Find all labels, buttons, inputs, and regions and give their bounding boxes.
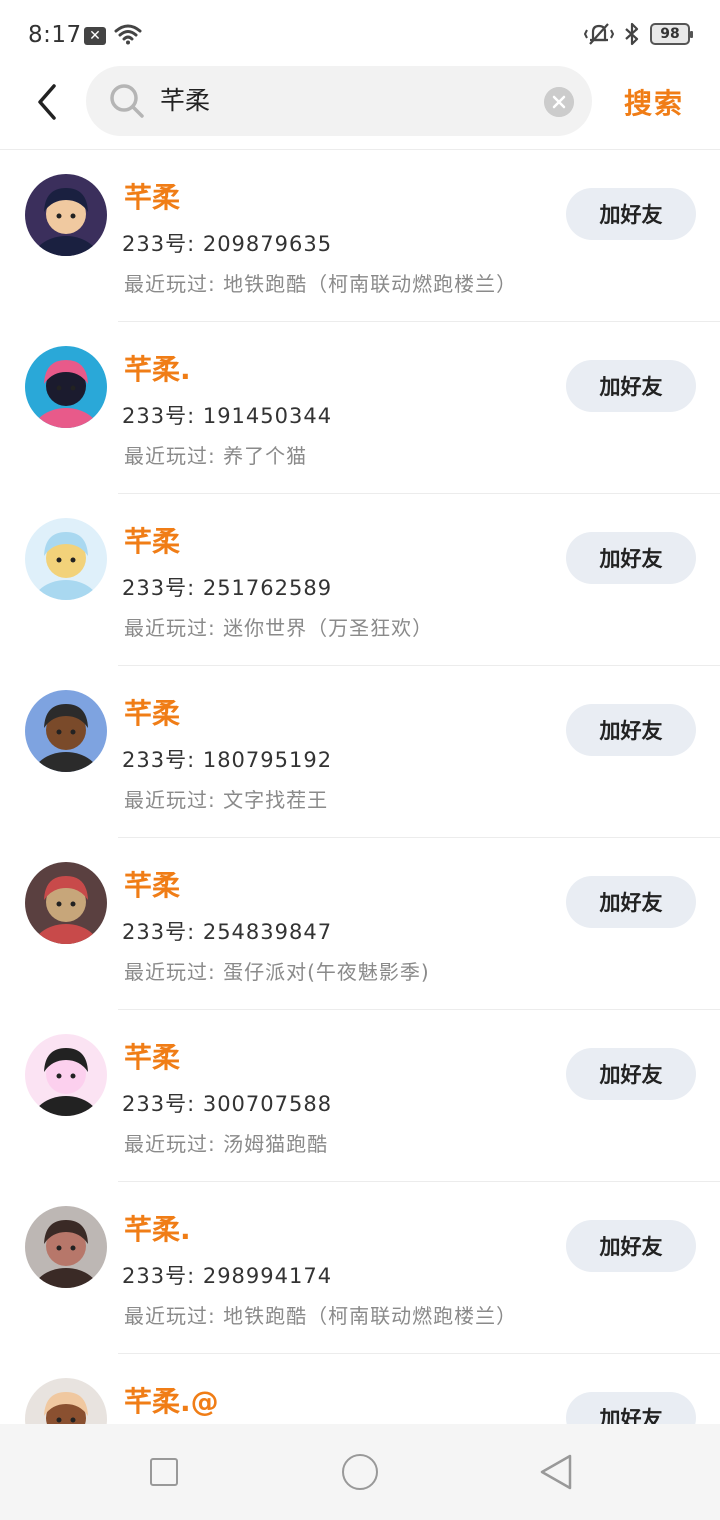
user-name: 芊柔. <box>124 353 191 386</box>
user-name: 芊柔.@ <box>124 1385 219 1418</box>
result-row[interactable]: 芊柔 233号: 180795192 最近玩过: 文字找茬王 加好友 <box>0 666 720 838</box>
search-input[interactable] <box>160 66 540 136</box>
recently-played: 最近玩过: 地铁跑酷（柯南联动燃跑楼兰） <box>124 1304 518 1328</box>
search-results-list[interactable]: 芊柔 233号: 209879635 最近玩过: 地铁跑酷（柯南联动燃跑楼兰） … <box>0 150 720 1424</box>
status-time: 8:17 <box>28 22 82 48</box>
clear-icon[interactable] <box>544 87 574 117</box>
user-id: 233号: 300707588 <box>122 1092 333 1116</box>
user-id: 233号: 191450344 <box>122 404 333 428</box>
avatar-image <box>25 862 107 944</box>
user-id: 233号: 298994174 <box>122 1264 333 1288</box>
recently-played: 最近玩过: 蛋仔派对(午夜魅影季) <box>124 960 430 984</box>
avatar[interactable] <box>25 346 107 428</box>
user-id: 233号: 251762589 <box>122 576 333 600</box>
user-id: 233号: 254839847 <box>122 920 333 944</box>
search-header: 搜索 <box>0 64 720 150</box>
result-row[interactable]: 芊柔.@ 加好友 <box>0 1354 720 1424</box>
recently-played: 最近玩过: 地铁跑酷（柯南联动燃跑楼兰） <box>124 272 518 296</box>
add-friend-button[interactable]: 加好友 <box>566 1392 696 1424</box>
add-friend-button[interactable]: 加好友 <box>566 876 696 928</box>
avatar[interactable] <box>25 690 107 772</box>
recents-icon[interactable] <box>150 1458 178 1486</box>
result-row[interactable]: 芊柔 233号: 254839847 最近玩过: 蛋仔派对(午夜魅影季) 加好友 <box>0 838 720 1010</box>
avatar[interactable] <box>25 1034 107 1116</box>
avatar-image <box>25 518 107 600</box>
status-bar: 8:17 ✕ 98 <box>0 0 720 72</box>
x-box-icon: ✕ <box>84 27 106 45</box>
user-name: 芊柔. <box>124 1213 191 1246</box>
avatar[interactable] <box>25 518 107 600</box>
bluetooth-icon <box>625 22 639 46</box>
user-name: 芊柔 <box>124 525 181 558</box>
result-row[interactable]: 芊柔 233号: 251762589 最近玩过: 迷你世界（万圣狂欢） 加好友 <box>0 494 720 666</box>
home-icon[interactable] <box>342 1454 378 1490</box>
user-name: 芊柔 <box>124 1041 181 1074</box>
search-box[interactable] <box>86 66 592 136</box>
add-friend-button[interactable]: 加好友 <box>566 532 696 584</box>
recently-played: 最近玩过: 迷你世界（万圣狂欢） <box>124 616 434 640</box>
add-friend-button[interactable]: 加好友 <box>566 188 696 240</box>
add-friend-button[interactable]: 加好友 <box>566 704 696 756</box>
avatar-image <box>25 174 107 256</box>
add-friend-button[interactable]: 加好友 <box>566 1220 696 1272</box>
add-friend-button[interactable]: 加好友 <box>566 360 696 412</box>
avatar[interactable] <box>25 862 107 944</box>
avatar-image <box>25 1034 107 1116</box>
system-nav-bar <box>0 1424 720 1520</box>
result-row[interactable]: 芊柔. 233号: 191450344 最近玩过: 养了个猫 加好友 <box>0 322 720 494</box>
avatar[interactable] <box>25 174 107 256</box>
avatar[interactable] <box>25 1206 107 1288</box>
back-arrow-icon[interactable] <box>26 80 70 124</box>
user-name: 芊柔 <box>124 181 181 214</box>
recently-played: 最近玩过: 汤姆猫跑酷 <box>124 1132 329 1156</box>
user-name: 芊柔 <box>124 869 181 902</box>
user-id: 233号: 180795192 <box>122 748 333 772</box>
add-friend-button[interactable]: 加好友 <box>566 1048 696 1100</box>
result-row[interactable]: 芊柔. 233号: 298994174 最近玩过: 地铁跑酷（柯南联动燃跑楼兰）… <box>0 1182 720 1354</box>
result-row[interactable]: 芊柔 233号: 209879635 最近玩过: 地铁跑酷（柯南联动燃跑楼兰） … <box>0 150 720 322</box>
avatar[interactable] <box>25 1378 107 1424</box>
avatar-image <box>25 690 107 772</box>
search-icon <box>110 84 144 118</box>
battery-indicator: 98 <box>650 23 693 45</box>
nav-back-icon[interactable] <box>538 1452 574 1492</box>
vibrate-mute-icon <box>584 23 614 45</box>
avatar-image <box>25 1378 107 1424</box>
recently-played: 最近玩过: 文字找茬王 <box>124 788 329 812</box>
result-row[interactable]: 芊柔 233号: 300707588 最近玩过: 汤姆猫跑酷 加好友 <box>0 1010 720 1182</box>
user-name: 芊柔 <box>124 697 181 730</box>
recently-played: 最近玩过: 养了个猫 <box>124 444 308 468</box>
avatar-image <box>25 346 107 428</box>
search-button[interactable]: 搜索 <box>624 82 684 122</box>
user-id: 233号: 209879635 <box>122 232 333 256</box>
avatar-image <box>25 1206 107 1288</box>
wifi-icon <box>114 24 142 45</box>
